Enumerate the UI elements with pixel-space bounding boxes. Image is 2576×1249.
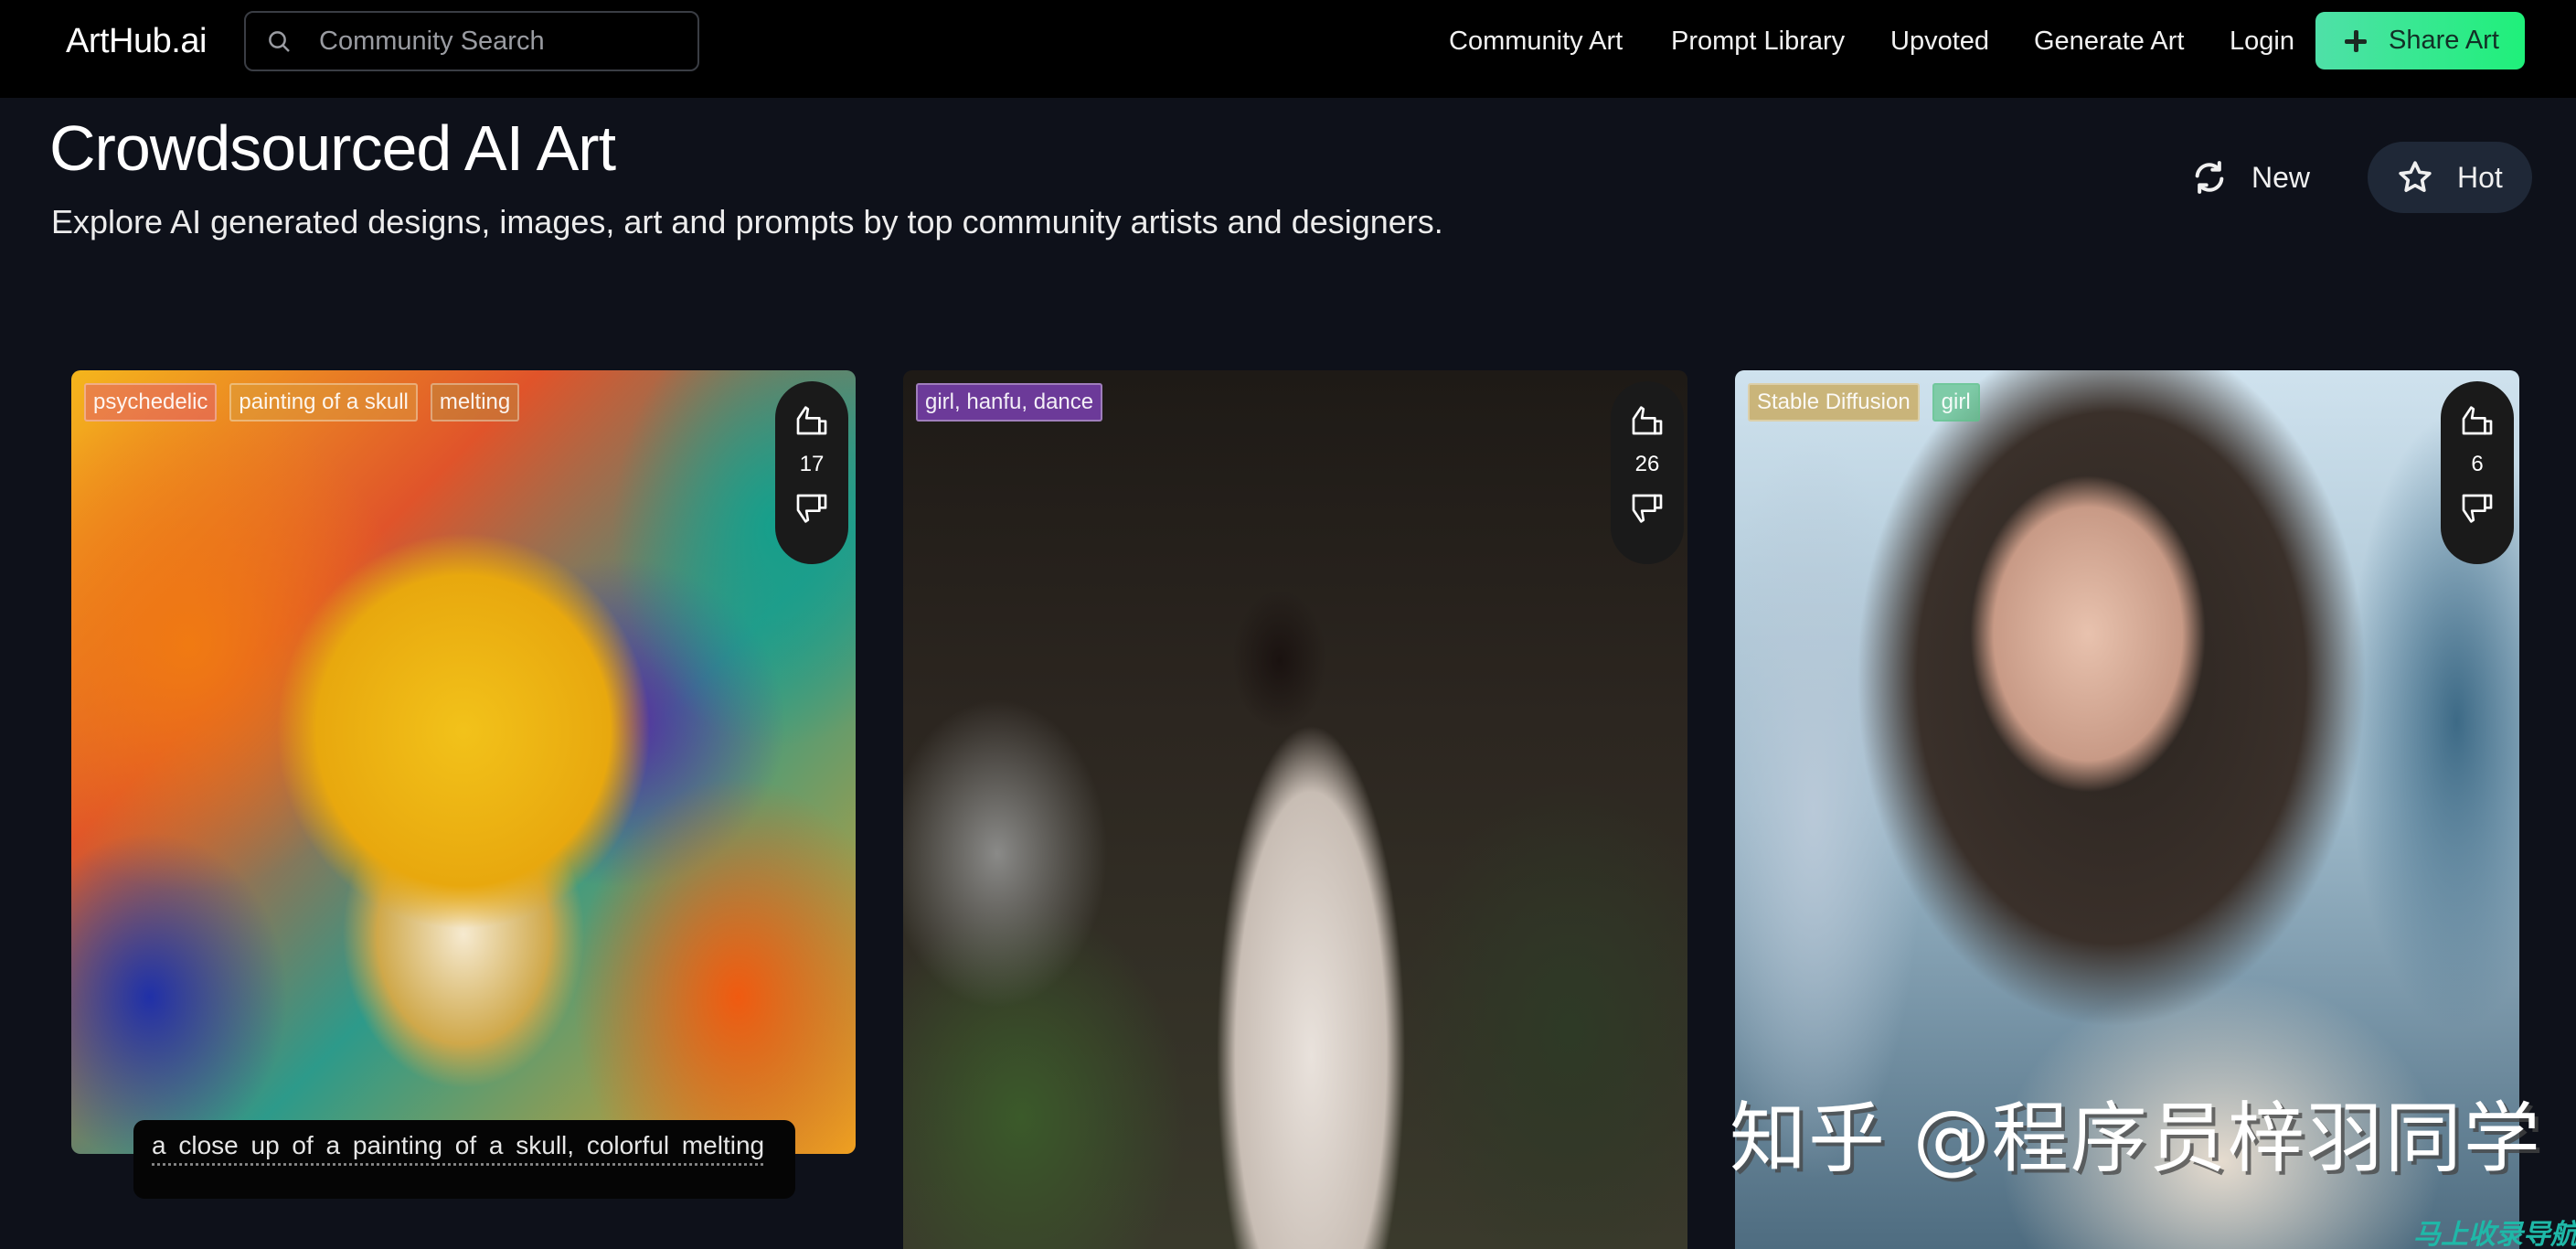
page-title: Crowdsourced AI Art [49,112,616,184]
thumbs-down-icon[interactable] [1629,491,1666,528]
search-icon [269,31,290,52]
sort-hot-button[interactable]: Hot [2368,142,2532,213]
thumbs-up-icon[interactable] [793,401,830,438]
top-navbar: ArtHub.ai Community Art Prompt Library U… [0,0,2576,98]
tag-list: girl, hanfu, dance [916,383,1103,422]
thumbs-down-icon[interactable] [2459,491,2496,528]
sort-new-label: New [2251,160,2311,194]
tag-list: psychedelic painting of a skull melting [84,383,520,422]
tag[interactable]: girl [1932,383,1980,422]
art-image-dance[interactable] [903,370,1687,1249]
search-input[interactable] [319,20,685,62]
tag[interactable]: Stable Diffusion [1748,383,1920,422]
vote-count: 26 [1634,452,1660,476]
refresh-icon [2195,161,2224,194]
vote-count: 6 [2471,452,2484,476]
sort-hot-label: Hot [2457,160,2503,194]
watermark-text: 知乎 @程序员梓羽同学 [1730,1094,2542,1183]
nav-link-community-art[interactable]: Community Art [1449,24,1623,59]
star-icon [2399,161,2432,193]
thumbs-up-icon[interactable] [1629,401,1666,438]
art-image-skull[interactable] [71,370,856,1154]
art-card[interactable]: girl, hanfu, dance 26 [903,370,1687,1249]
sort-new-button[interactable]: New [2180,142,2336,213]
tag[interactable]: painting of a skull [229,383,418,422]
nav-link-upvoted[interactable]: Upvoted [1890,24,1989,59]
tag-list: Stable Diffusion girl [1748,383,1980,422]
nav-link-prompt-library[interactable]: Prompt Library [1671,24,1845,59]
page-subtitle: Explore AI generated designs, images, ar… [51,203,1443,240]
nav-link-generate-art[interactable]: Generate Art [2034,24,2184,59]
thumbs-up-icon[interactable] [2459,401,2496,438]
vote-panel: 17 [775,381,848,564]
corner-watermark-text: 马上收录导航 [2413,1219,2576,1249]
tag[interactable]: girl, hanfu, dance [916,383,1103,422]
tag[interactable]: melting [430,383,520,422]
prompt-text: a close up of a painting of a skull, col… [152,1131,765,1159]
share-art-button[interactable]: Share Art [2315,12,2525,69]
art-card[interactable]: psychedelic painting of a skull melting … [71,370,856,1154]
nav-link-login[interactable]: Login [2230,24,2294,59]
vote-panel: 26 [1611,381,1684,564]
prompt-caption[interactable]: a close up of a painting of a skull, col… [133,1120,795,1199]
logo[interactable]: ArtHub.ai [66,20,207,62]
plus-icon [2345,29,2367,52]
tag[interactable]: psychedelic [84,383,218,422]
share-art-label: Share Art [2389,26,2499,55]
vote-count: 17 [799,452,825,476]
thumbs-down-icon[interactable] [793,491,830,528]
vote-panel: 6 [2441,381,2514,564]
search-box[interactable] [244,11,699,71]
